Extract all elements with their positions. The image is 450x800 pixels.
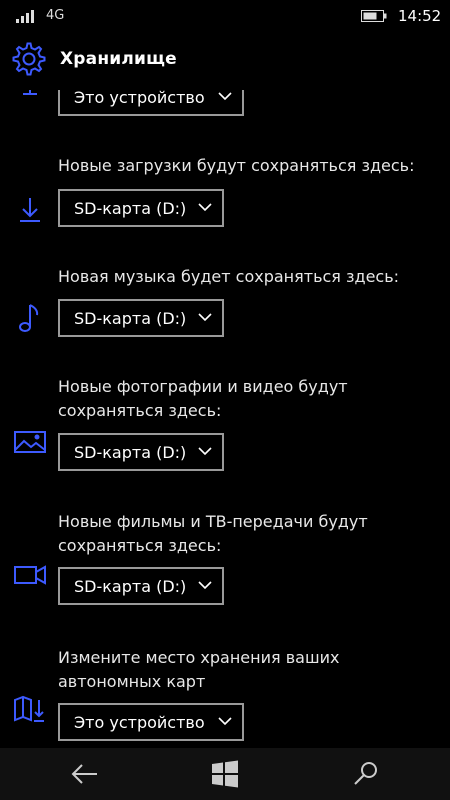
dropdown-value: SD-карта (D:) bbox=[74, 577, 187, 596]
storage-dropdown-device[interactable]: Это устройство bbox=[58, 90, 244, 116]
clock: 14:52 bbox=[398, 7, 442, 25]
search-icon[interactable] bbox=[344, 756, 388, 792]
chevron-down-icon bbox=[198, 447, 212, 456]
page-header: Хранилище bbox=[0, 32, 450, 90]
dropdown-value: Это устройство bbox=[74, 713, 205, 732]
offline-maps-label: Измените место хранения ваших автономных… bbox=[58, 648, 340, 691]
music-note-icon bbox=[19, 304, 39, 332]
chevron-down-icon bbox=[198, 313, 212, 322]
picture-icon bbox=[14, 431, 46, 453]
signal-icon bbox=[16, 10, 34, 23]
music-label: Новая музыка будет сохраняться здесь: bbox=[58, 267, 400, 286]
map-download-icon bbox=[14, 695, 44, 722]
monitor-icon bbox=[23, 90, 37, 95]
photos-videos-storage-dropdown[interactable]: SD-карта (D:) bbox=[58, 433, 224, 471]
status-bar: 4G 14:52 bbox=[0, 0, 450, 32]
chevron-down-icon bbox=[218, 717, 232, 726]
gear-icon bbox=[12, 42, 46, 76]
video-camera-icon bbox=[14, 565, 46, 585]
back-arrow-icon[interactable] bbox=[62, 756, 106, 792]
music-storage-dropdown[interactable]: SD-карта (D:) bbox=[58, 299, 224, 337]
page-title: Хранилище bbox=[60, 49, 177, 69]
windows-start-icon[interactable] bbox=[203, 756, 247, 792]
movies-tv-label: Новые фильмы и ТВ-передачи будут сохраня… bbox=[58, 512, 368, 555]
downloads-storage-dropdown[interactable]: SD-карта (D:) bbox=[58, 189, 224, 227]
storage-settings-list[interactable]: Это устройство Новые загрузки будут сохр… bbox=[0, 90, 450, 748]
battery-icon bbox=[361, 10, 387, 22]
offline-maps-storage-dropdown[interactable]: Это устройство bbox=[58, 703, 244, 741]
download-icon bbox=[20, 198, 40, 222]
chevron-down-icon bbox=[218, 92, 232, 101]
dropdown-value: Это устройство bbox=[74, 90, 205, 107]
dropdown-value: SD-карта (D:) bbox=[74, 199, 187, 218]
dropdown-value: SD-карта (D:) bbox=[74, 443, 187, 462]
photos-videos-label: Новые фотографии и видео будут сохранять… bbox=[58, 377, 348, 420]
navigation-bar bbox=[0, 748, 450, 800]
chevron-down-icon bbox=[198, 581, 212, 590]
network-type: 4G bbox=[46, 8, 65, 23]
dropdown-value: SD-карта (D:) bbox=[74, 309, 187, 328]
chevron-down-icon bbox=[198, 203, 212, 212]
downloads-label: Новые загрузки будут сохраняться здесь: bbox=[58, 156, 415, 175]
movies-tv-storage-dropdown[interactable]: SD-карта (D:) bbox=[58, 567, 224, 605]
